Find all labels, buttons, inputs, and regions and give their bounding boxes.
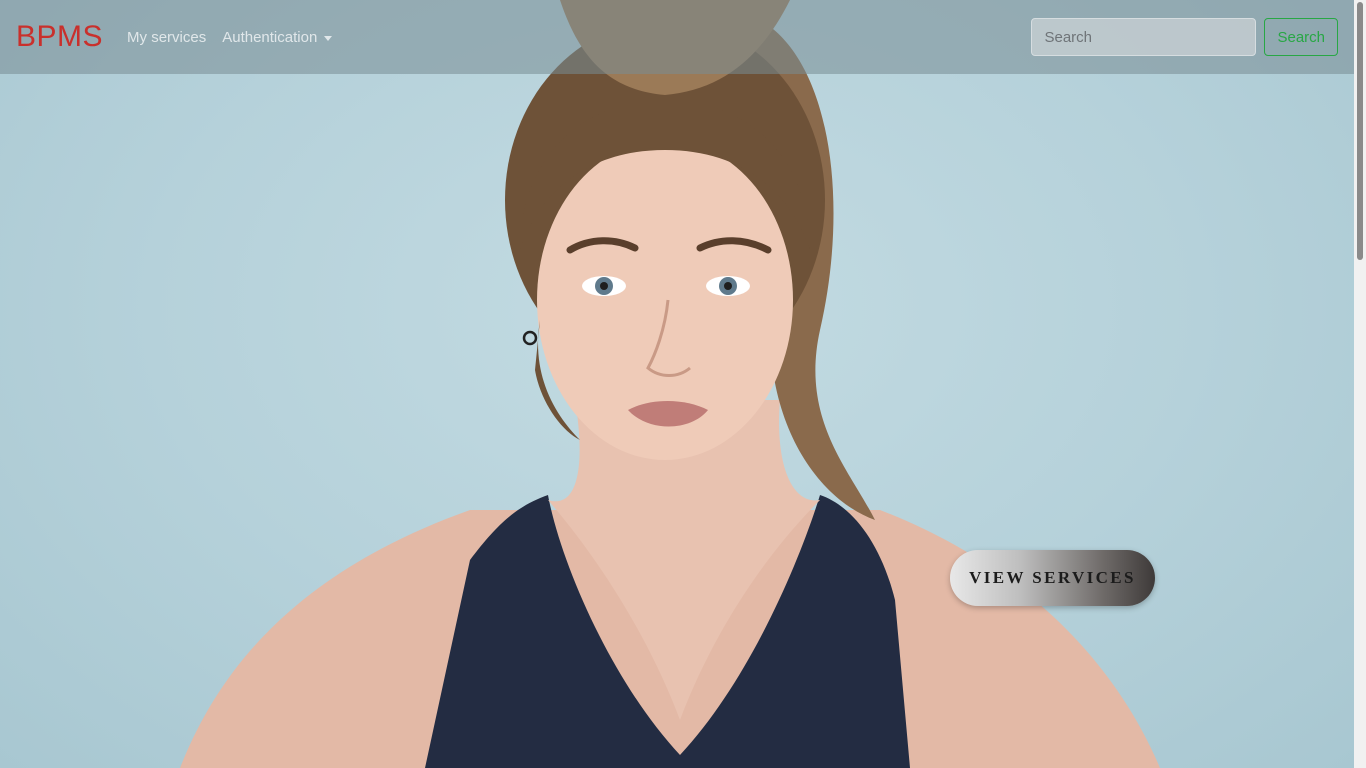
view-services-button[interactable]: VIEW SERVICES (950, 550, 1155, 606)
search-form: Search (1031, 18, 1338, 56)
portrait-photo (180, 0, 1160, 768)
scrollbar-thumb[interactable] (1357, 2, 1363, 260)
nav-dropdown-authentication-label: Authentication (222, 28, 318, 46)
nav-link-my-services[interactable]: My services (119, 21, 214, 54)
navbar: BPMS My services Authentication Search (0, 0, 1354, 74)
hero-background-image (0, 0, 1354, 768)
page-scrollbar[interactable] (1354, 0, 1366, 768)
caret-down-icon (324, 35, 333, 41)
nav-dropdown-authentication[interactable]: Authentication (214, 21, 340, 54)
search-button[interactable]: Search (1264, 18, 1338, 56)
brand-logo-link[interactable]: BPMS (16, 22, 103, 52)
search-input[interactable] (1031, 18, 1257, 56)
